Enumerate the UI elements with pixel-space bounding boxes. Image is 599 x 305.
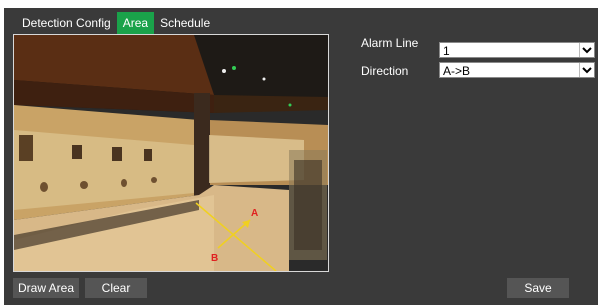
alarm-line-value: 1 bbox=[443, 44, 450, 58]
tab-bar: Detection Config Area Schedule bbox=[16, 11, 216, 35]
line-config-form: Alarm Line 1 Direction A->B bbox=[361, 34, 597, 82]
clear-button[interactable]: Clear bbox=[85, 278, 147, 298]
line-point-a: A bbox=[251, 208, 258, 219]
line-point-b: B bbox=[211, 253, 218, 264]
direction-row: Direction A->B bbox=[361, 62, 597, 78]
alarm-line-label: Alarm Line bbox=[361, 36, 419, 50]
alarm-line-row: Alarm Line 1 bbox=[361, 34, 597, 58]
settings-panel: Detection Config Area Schedule A B Alarm… bbox=[4, 8, 598, 305]
camera-scene: A B bbox=[14, 35, 328, 271]
save-button[interactable]: Save bbox=[507, 278, 569, 298]
direction-label: Direction bbox=[361, 64, 409, 78]
direction-select[interactable]: A->B bbox=[439, 62, 595, 78]
chevron-down-icon[interactable] bbox=[579, 43, 594, 57]
direction-value: A->B bbox=[443, 64, 471, 78]
alarm-line-select[interactable]: 1 bbox=[439, 42, 595, 58]
tab-schedule[interactable]: Schedule bbox=[154, 12, 216, 34]
tab-area[interactable]: Area bbox=[116, 12, 155, 34]
draw-area-button[interactable]: Draw Area bbox=[13, 278, 79, 298]
chevron-down-icon[interactable] bbox=[579, 63, 594, 77]
camera-preview[interactable]: A B bbox=[13, 34, 329, 272]
tab-detection-config[interactable]: Detection Config bbox=[16, 12, 117, 34]
